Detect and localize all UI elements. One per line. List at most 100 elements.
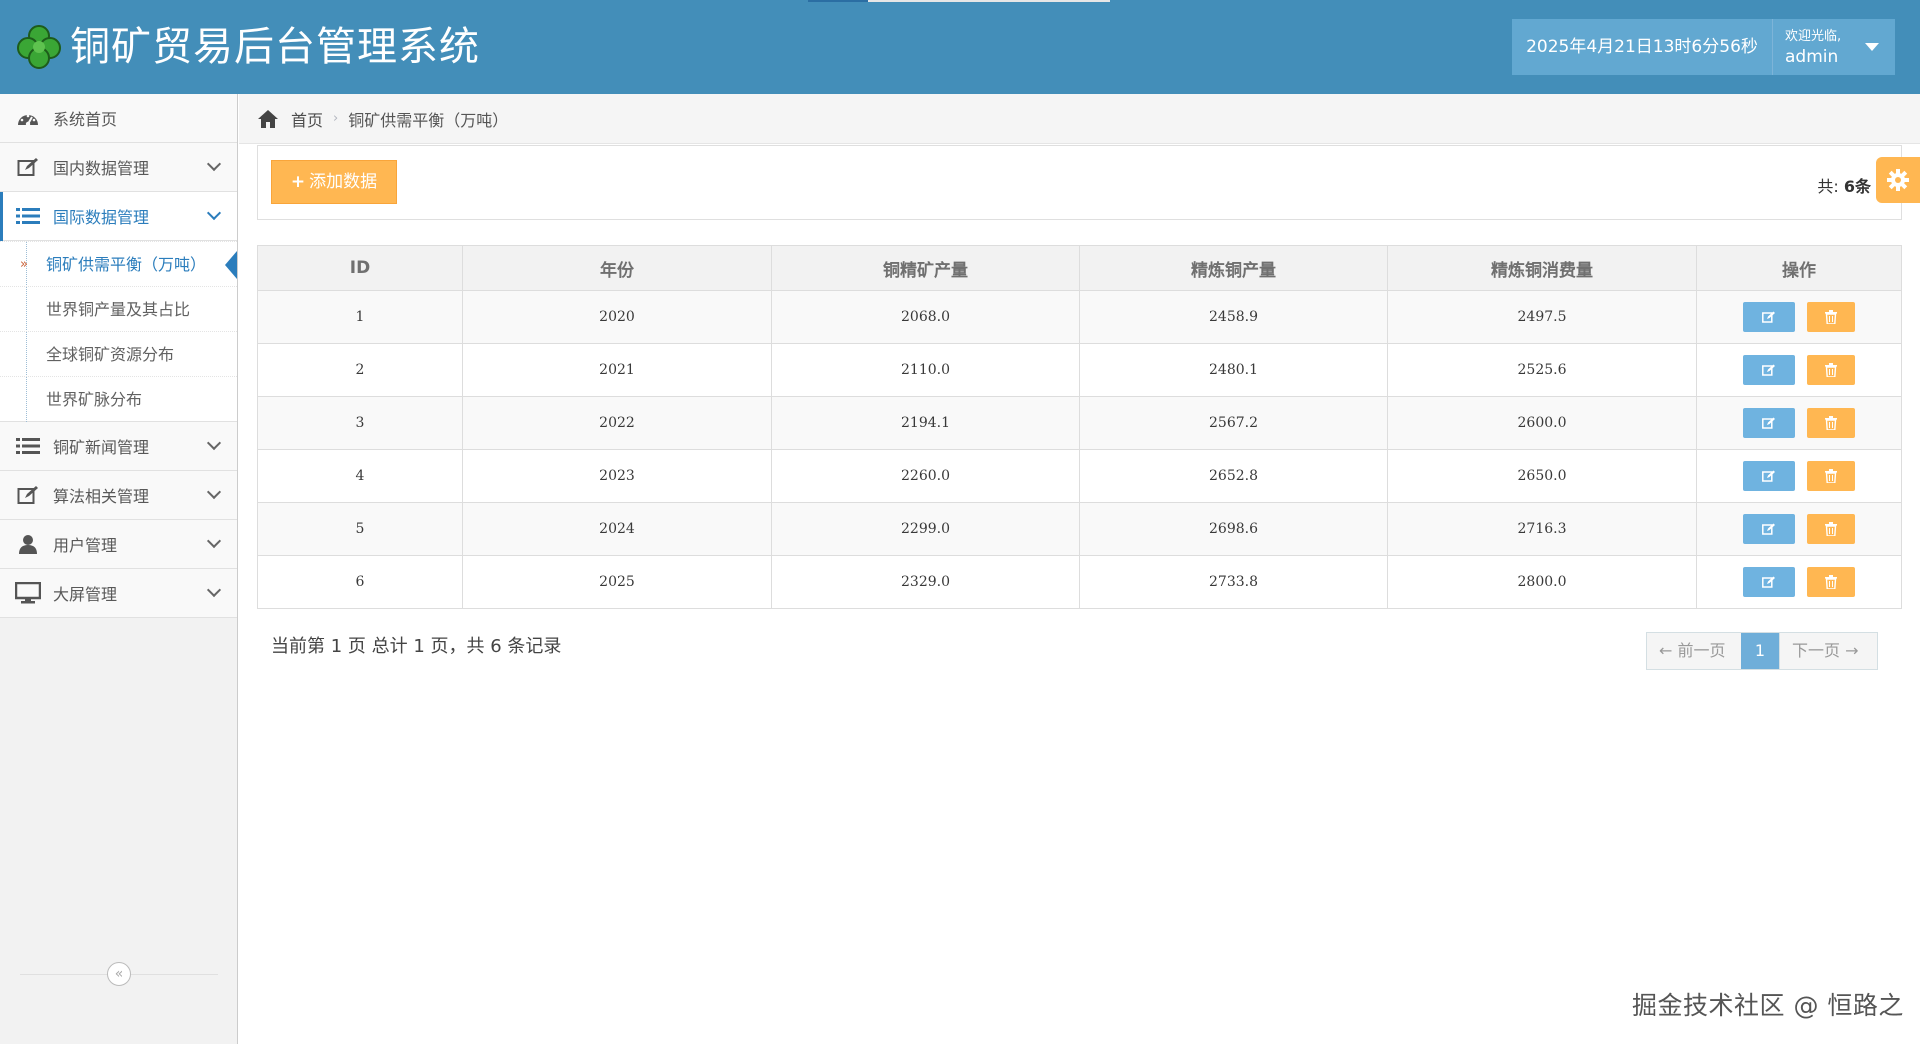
- total-count: 共: 6条: [1817, 173, 1871, 197]
- settings-toggle-button[interactable]: [1876, 157, 1920, 203]
- cell-refined-consumption: 2525.6: [1387, 343, 1697, 397]
- watermark: 掘金技术社区 @ 恒路之: [1632, 991, 1904, 1020]
- user-menu[interactable]: 欢迎光临, admin: [1772, 19, 1895, 75]
- cell-id: 4: [257, 449, 463, 503]
- cell-year: 2025: [462, 555, 772, 609]
- cell-refined-output: 2652.8: [1079, 449, 1388, 503]
- cell-year: 2021: [462, 343, 772, 397]
- sidebar-item-label: 用户管理: [53, 536, 118, 555]
- caret-down-icon: [1865, 43, 1879, 51]
- delete-button[interactable]: [1807, 514, 1855, 544]
- cell-concentrate-output: 2068.0: [771, 290, 1080, 344]
- datetime-display: 2025年4月21日13时6分56秒: [1512, 19, 1772, 75]
- cell-concentrate-output: 2260.0: [771, 449, 1080, 503]
- prev-page-button[interactable]: ← 前一页: [1647, 633, 1741, 669]
- cell-concentrate-output: 2194.1: [771, 396, 1080, 450]
- cell-refined-output: 2567.2: [1079, 396, 1388, 450]
- table-header-row: ID 年份 铜精矿产量 精炼铜产量 精炼铜消费量 操作: [257, 245, 1902, 291]
- submenu-item-global-resources[interactable]: 全球铜矿资源分布: [0, 331, 237, 377]
- delete-button[interactable]: [1807, 355, 1855, 385]
- chevron-down-icon: [206, 156, 222, 172]
- table-row: 5 2024 2299.0 2698.6 2716.3: [257, 502, 1902, 556]
- table-row: 1 2020 2068.0 2458.9 2497.5: [257, 290, 1902, 344]
- table-row: 4 2023 2260.0 2652.8 2650.0: [257, 449, 1902, 503]
- cell-year: 2023: [462, 449, 772, 503]
- sidebar-item-domestic-data[interactable]: 国内数据管理: [0, 143, 237, 192]
- top-header: 铜矿贸易后台管理系统 2025年4月21日13时6分56秒 欢迎光临, admi…: [0, 0, 1920, 94]
- edit-button[interactable]: [1743, 461, 1795, 491]
- submenu-item-label: 世界矿脉分布: [46, 390, 143, 409]
- cell-actions: [1696, 290, 1902, 344]
- table-row: 6 2025 2329.0 2733.8 2800.0: [257, 555, 1902, 609]
- cell-concentrate-output: 2110.0: [771, 343, 1080, 397]
- sidebar-item-label: 大屏管理: [53, 585, 118, 604]
- table-row: 3 2022 2194.1 2567.2 2600.0: [257, 396, 1902, 450]
- sidebar-item-news[interactable]: 铜矿新闻管理: [0, 422, 237, 471]
- cell-concentrate-output: 2299.0: [771, 502, 1080, 556]
- column-header-concentrate-output[interactable]: 铜精矿产量: [771, 245, 1080, 291]
- international-submenu: » 铜矿供需平衡（万吨） 世界铜产量及其占比 全球铜矿资源分布 世界矿脉分布: [0, 241, 237, 422]
- chevron-down-icon: [206, 435, 222, 451]
- delete-button[interactable]: [1807, 567, 1855, 597]
- cell-actions: [1696, 449, 1902, 503]
- add-data-label: 添加数据: [309, 172, 378, 192]
- edit-button[interactable]: [1743, 408, 1795, 438]
- dashboard-icon: [15, 107, 41, 129]
- cell-id: 3: [257, 396, 463, 450]
- submenu-item-supply-demand[interactable]: » 铜矿供需平衡（万吨）: [0, 241, 237, 287]
- cell-year: 2024: [462, 502, 772, 556]
- column-header-year[interactable]: 年份: [462, 245, 772, 291]
- list-icon: [15, 205, 41, 227]
- toolbar-panel: + 添加数据 共: 6条: [257, 145, 1902, 220]
- cell-actions: [1696, 343, 1902, 397]
- sidebar-item-users[interactable]: 用户管理: [0, 520, 237, 569]
- edit-button[interactable]: [1743, 355, 1795, 385]
- sidebar-item-algorithm[interactable]: 算法相关管理: [0, 471, 237, 520]
- submenu-item-label: 世界铜产量及其占比: [46, 300, 191, 319]
- sidebar-item-home[interactable]: 系统首页: [0, 94, 237, 143]
- edit-button[interactable]: [1743, 514, 1795, 544]
- sidebar-item-international-data[interactable]: 国际数据管理: [0, 192, 237, 241]
- user-icon: [15, 533, 41, 555]
- pagination-info: 当前第 1 页 总计 1 页，共 6 条记录: [271, 636, 562, 657]
- sidebar-item-big-screen[interactable]: 大屏管理: [0, 569, 237, 618]
- column-header-refined-consumption[interactable]: 精炼铜消费量: [1387, 245, 1697, 291]
- delete-button[interactable]: [1807, 408, 1855, 438]
- page-number-button[interactable]: 1: [1741, 633, 1779, 669]
- edit-button[interactable]: [1743, 302, 1795, 332]
- clover-logo-icon: [17, 25, 61, 69]
- sidebar-item-label: 国内数据管理: [53, 159, 150, 178]
- edit-button[interactable]: [1743, 567, 1795, 597]
- column-header-refined-output[interactable]: 精炼铜产量: [1079, 245, 1388, 291]
- edit-icon: [15, 484, 41, 506]
- delete-button[interactable]: [1807, 302, 1855, 332]
- cell-year: 2022: [462, 396, 772, 450]
- desktop-icon: [15, 582, 41, 604]
- submenu-item-label: 全球铜矿资源分布: [46, 345, 175, 364]
- breadcrumb-home-link[interactable]: 首页: [291, 107, 323, 131]
- cell-actions: [1696, 502, 1902, 556]
- add-data-button[interactable]: + 添加数据: [271, 160, 397, 204]
- pagination: ← 前一页 1 下一页 →: [1646, 632, 1878, 670]
- delete-button[interactable]: [1807, 461, 1855, 491]
- edit-icon: [15, 156, 41, 178]
- breadcrumb-current: 铜矿供需平衡（万吨）: [348, 110, 509, 130]
- cell-refined-output: 2733.8: [1079, 555, 1388, 609]
- chevron-down-icon: [206, 205, 222, 221]
- cell-refined-consumption: 2800.0: [1387, 555, 1697, 609]
- chevron-down-icon: [206, 484, 222, 500]
- active-pointer-icon: [225, 251, 237, 279]
- brand[interactable]: 铜矿贸易后台管理系统: [16, 20, 480, 74]
- submenu-item-world-output[interactable]: 世界铜产量及其占比: [0, 286, 237, 332]
- breadcrumb: 首页 › 铜矿供需平衡（万吨）: [239, 94, 1920, 144]
- home-icon: [258, 109, 278, 128]
- sidebar-collapse-button[interactable]: «: [107, 962, 131, 986]
- cell-id: 6: [257, 555, 463, 609]
- column-header-id[interactable]: ID: [257, 245, 463, 291]
- submenu-item-world-veins[interactable]: 世界矿脉分布: [0, 376, 237, 422]
- next-page-button[interactable]: 下一页 →: [1779, 633, 1877, 669]
- breadcrumb-separator-icon: ›: [333, 111, 339, 126]
- cell-refined-output: 2480.1: [1079, 343, 1388, 397]
- sidebar: 系统首页 国内数据管理 国际数据管理 » 铜矿供需平衡（万吨） 世界铜产量及其占…: [0, 94, 238, 1044]
- cell-refined-consumption: 2716.3: [1387, 502, 1697, 556]
